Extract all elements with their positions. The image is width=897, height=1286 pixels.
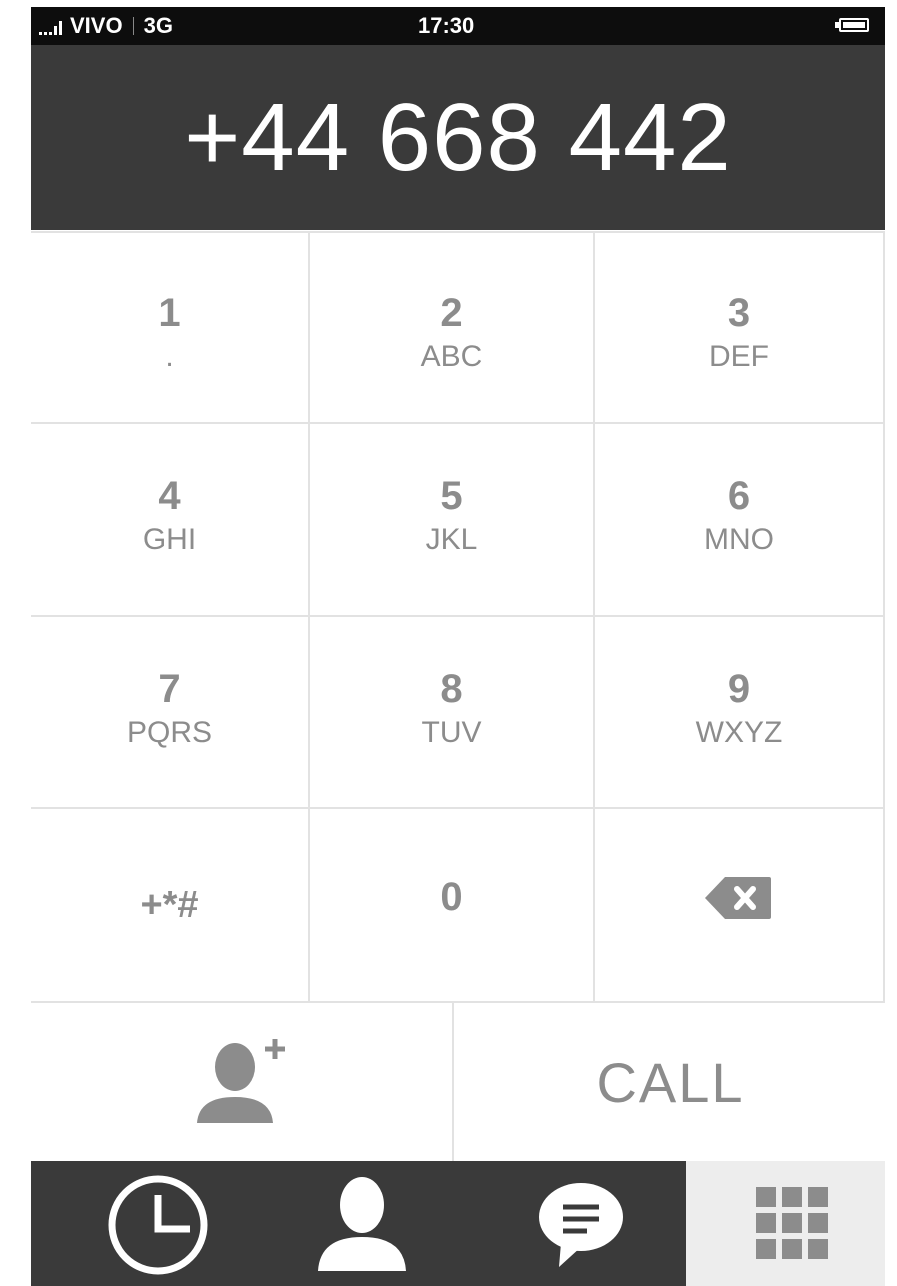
dialer-screen: VIVO 3G 17:30 +44 668 442 1 . 2 ABC 3 DE… bbox=[31, 7, 885, 1286]
key-0[interactable]: 0 bbox=[310, 809, 595, 1003]
key-letters: MNO bbox=[704, 523, 774, 556]
key-2[interactable]: 2 ABC bbox=[310, 233, 595, 424]
key-digit: 4 bbox=[158, 474, 181, 518]
key-letters: GHI bbox=[142, 523, 197, 556]
messages-chat-icon bbox=[539, 1183, 623, 1267]
signal-strength-icon bbox=[39, 17, 62, 35]
tab-recents[interactable] bbox=[31, 1161, 244, 1286]
key-8[interactable]: 8 TUV bbox=[310, 617, 595, 809]
key-letters: JKL bbox=[425, 523, 478, 556]
key-letters: . bbox=[165, 340, 174, 373]
network-type: 3G bbox=[143, 13, 173, 38]
status-bar: VIVO 3G 17:30 bbox=[31, 7, 885, 45]
action-row: CALL bbox=[31, 1001, 885, 1163]
add-contact-button[interactable] bbox=[31, 1003, 454, 1161]
keypad-grid-icon bbox=[756, 1187, 828, 1259]
key-4[interactable]: 4 GHI bbox=[31, 424, 310, 617]
contacts-person-icon bbox=[318, 1177, 406, 1271]
key-1[interactable]: 1 . bbox=[31, 233, 310, 424]
call-button[interactable]: CALL bbox=[456, 1003, 885, 1161]
carrier-name: VIVO bbox=[70, 13, 123, 38]
recents-clock-icon bbox=[108, 1175, 208, 1275]
key-letters: ABC bbox=[420, 340, 483, 373]
keypad: 1 . 2 ABC 3 DEF 4 GHI 5 JKL 6 MNO 7 PQRS… bbox=[31, 231, 885, 1003]
key-digit: 8 bbox=[440, 667, 463, 711]
add-contact-icon bbox=[197, 1039, 285, 1123]
backspace-button[interactable] bbox=[595, 809, 885, 1003]
key-digit: 1 bbox=[158, 291, 181, 335]
key-digit: 0 bbox=[440, 875, 463, 919]
key-letters: PQRS bbox=[126, 716, 213, 749]
key-6[interactable]: 6 MNO bbox=[595, 424, 885, 617]
key-5[interactable]: 5 JKL bbox=[310, 424, 595, 617]
key-digit: 2 bbox=[440, 291, 463, 335]
key-digit: 5 bbox=[440, 474, 463, 518]
backspace-icon bbox=[705, 877, 771, 919]
battery-icon bbox=[835, 18, 869, 32]
key-3[interactable]: 3 DEF bbox=[595, 233, 885, 424]
key-letters: DEF bbox=[709, 340, 769, 373]
status-time: 17:30 bbox=[418, 13, 475, 38]
tab-messages[interactable] bbox=[457, 1161, 686, 1286]
key-digit: 6 bbox=[727, 474, 751, 518]
key-9[interactable]: 9 WXYZ bbox=[595, 617, 885, 809]
number-display: +44 668 442 bbox=[31, 45, 885, 230]
key-digit: 9 bbox=[727, 667, 751, 711]
key-letters: WXYZ bbox=[695, 716, 783, 749]
key-digit: +*# bbox=[140, 884, 199, 926]
key-digit: 3 bbox=[727, 291, 751, 335]
status-left: VIVO 3G bbox=[39, 13, 173, 39]
key-symbols[interactable]: +*# bbox=[31, 809, 310, 1003]
tab-contacts[interactable] bbox=[244, 1161, 457, 1286]
tab-keypad[interactable] bbox=[686, 1161, 885, 1286]
key-letters: TUV bbox=[421, 716, 482, 749]
key-digit: 7 bbox=[158, 667, 181, 711]
key-7[interactable]: 7 PQRS bbox=[31, 617, 310, 809]
status-divider bbox=[132, 17, 134, 35]
tab-bar bbox=[31, 1161, 885, 1286]
